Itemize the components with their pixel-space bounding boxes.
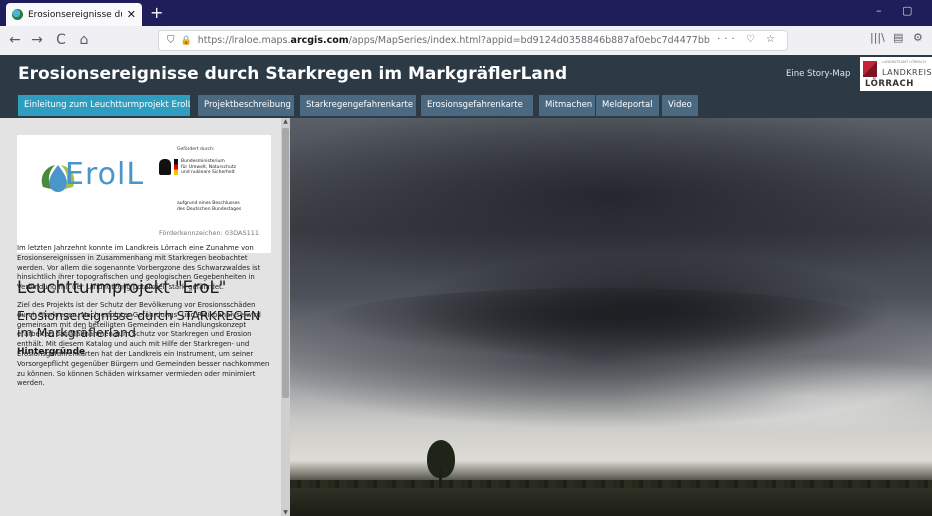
tab-erosionsgefahrenkarte[interactable]: Erosionsgefahrenkarte [421,95,533,116]
bmu-text: Bundesministerium für Umwelt, Naturschut… [181,159,236,175]
federal-eagle-icon [159,159,171,175]
tab-starkregengefahrenkarte[interactable]: Starkregengefahrenkarte [300,95,416,116]
scrollbar-thumb[interactable] [282,128,289,398]
bookmark-star-icon[interactable]: ☆ [766,34,779,45]
url-path: /apps/MapSeries/index.html?appid=bd9124d… [348,35,710,46]
new-tab-button[interactable]: + [150,3,163,23]
extension-icon[interactable]: ⚙ [913,31,923,44]
bundestag-text: aufgrund eines Beschlusses des Deutschen… [177,201,242,212]
reload-icon[interactable]: C [52,31,70,49]
app-title: Erosionsereignisse durch Starkregen im M… [18,64,568,84]
tab-einleitung[interactable]: Einleitung zum Leuchtturmprojekt ErolL [18,95,190,116]
browser-tab-title: Erosionsereignisse durch Starkr [28,9,122,20]
reader-view-icon[interactable]: ▤ [893,31,903,44]
tab-meldeportal[interactable]: Meldeportal [596,95,659,116]
foerderkennzeichen: Förderkennzeichen: 03DAS111 [159,229,260,237]
erol-logo-card: ErolL Gefördert durch: Bundesministerium… [17,135,271,253]
tab-video[interactable]: Video [662,95,698,116]
lock-icon[interactable]: 🔒 [181,36,192,46]
close-tab-icon[interactable]: ✕ [127,8,136,21]
panel-scrollbar[interactable]: ▲ ▼ [281,118,290,516]
german-flag-icon [174,159,178,175]
browser-tab[interactable]: Erosionsereignisse durch Starkr ✕ [6,3,142,26]
field-ground [290,488,932,516]
storm-cloud-image [290,118,932,516]
side-panel[interactable]: ErolL Gefördert durch: Bundesministerium… [0,118,281,516]
pocket-icon[interactable]: ♡ [746,34,759,45]
tab-mitmachen[interactable]: Mitmachen [539,95,595,116]
library-icon[interactable]: |||\ [870,31,885,44]
story-tabs: Einleitung zum Leuchtturmprojekt ErolL P… [0,93,932,118]
landkreis-mark-icon [863,61,877,77]
paragraph-1: Im letzten Jahrzehnt konnte im Landkreis… [17,244,261,292]
url-host: arcgis.com [290,35,349,46]
logo-top-text: LANDRATSAMT LÖRRACH [882,60,926,64]
storymap-label: Eine Story-Map [786,69,851,79]
shield-icon[interactable]: ⛉ [167,35,175,46]
scroll-up-icon[interactable]: ▲ [281,118,290,125]
erol-wordmark: ErolL [65,157,145,192]
logo-main-text: LANDKREIS [882,68,932,77]
page-actions-icon[interactable]: ··· [717,34,739,45]
browser-tabstrip: Erosionsereignisse durch Starkr ✕ + – ▢ [0,0,932,26]
tab-projektbeschreibung[interactable]: Projektbeschreibung [198,95,294,116]
forward-arrow-icon[interactable]: → [28,31,46,49]
shelf-cloud [320,288,880,358]
back-arrow-icon[interactable]: ← [6,31,24,49]
paragraph-2: Ziel des Projekts ist der Schutz der Bev… [17,301,270,388]
home-icon[interactable]: ⌂ [75,31,93,49]
logo-sub-text: LÖRRACH [865,79,914,89]
globe-favicon-icon [12,9,23,20]
url-prefix: https://lraloe.maps. [197,35,291,46]
app-header: Erosionsereignisse durch Starkregen im M… [0,55,932,93]
browser-navbar: ← → C ⌂ ⛉ 🔒 https://lraloe.maps. arcgis.c… [0,26,932,55]
maximize-icon[interactable]: ▢ [902,4,912,17]
scroll-down-icon[interactable]: ▼ [281,509,290,516]
minimize-icon[interactable]: – [876,4,882,17]
url-actions: ··· ♡ ☆ [717,34,779,45]
gefoerdert-label: Gefördert durch: [177,147,215,152]
landkreis-logo[interactable]: LANDRATSAMT LÖRRACH LANDKREIS LÖRRACH [860,57,932,91]
url-bar[interactable]: ⛉ 🔒 https://lraloe.maps. arcgis.com/apps/… [158,30,788,51]
